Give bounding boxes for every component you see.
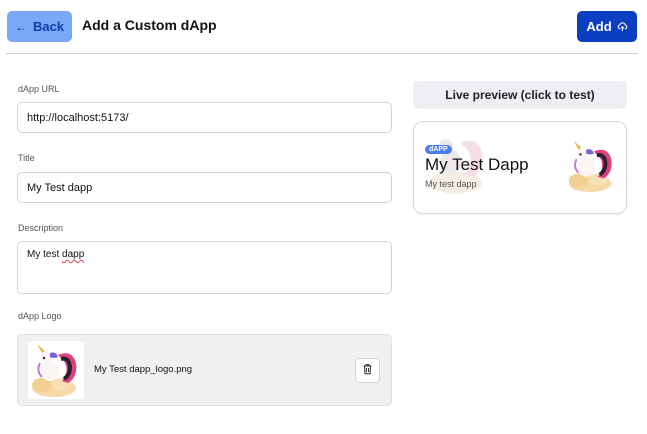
card-logo <box>564 138 620 194</box>
description-text: My test <box>27 249 63 260</box>
live-preview-button[interactable]: Live preview (click to test) <box>413 81 627 109</box>
url-input[interactable]: http://localhost:5173/ <box>17 102 392 133</box>
trash-icon <box>362 362 373 380</box>
logo-label: dApp Logo <box>18 311 62 321</box>
delete-logo-button[interactable] <box>355 358 380 383</box>
back-button-label: Back <box>32 19 65 34</box>
card-title: My Test Dapp <box>425 155 529 174</box>
cloud-upload-icon <box>617 21 628 32</box>
logo-filename: My Test dapp_logo.png <box>94 364 193 375</box>
header-divider <box>6 53 638 54</box>
logo-upload-box[interactable]: My Test dapp_logo.png <box>17 334 392 406</box>
add-button[interactable]: Add <box>577 11 637 42</box>
dapp-badge: dAPP <box>425 145 452 154</box>
title-input-value: My Test dapp <box>27 181 93 194</box>
title-input[interactable]: My Test dapp <box>17 172 392 203</box>
url-label: dApp URL <box>18 84 60 94</box>
description-label: Description <box>18 223 64 233</box>
description-textarea[interactable]: My test dapp <box>17 241 392 294</box>
arrow-left-icon: ← <box>14 19 27 34</box>
url-input-value: http://localhost:5173/ <box>27 111 129 124</box>
logo-thumbnail <box>28 341 84 399</box>
header: ← Back Add a Custom dApp Add <box>0 0 647 54</box>
dapp-preview-card[interactable]: dAPP My Test Dapp My test dapp <box>413 121 627 214</box>
add-button-label: Add <box>586 19 612 34</box>
card-description: My test dapp <box>425 179 477 189</box>
page-title: Add a Custom dApp <box>82 17 217 33</box>
back-button[interactable]: ← Back <box>7 11 72 42</box>
title-label: Title <box>18 153 35 163</box>
description-misspelled-word: dapp <box>62 249 85 260</box>
